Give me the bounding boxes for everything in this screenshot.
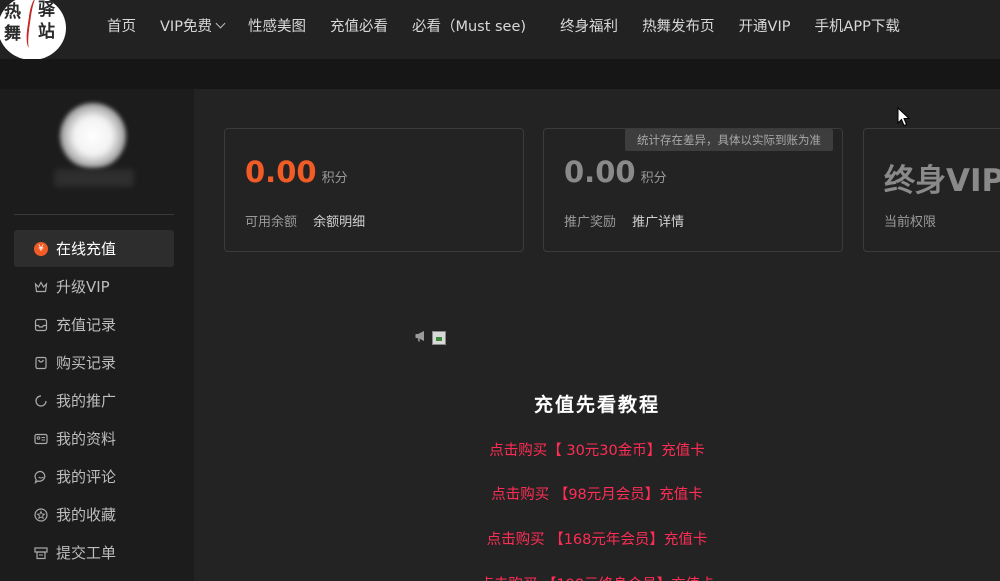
- sidebar-item-submit-ticket[interactable]: 提交工单: [14, 534, 174, 571]
- sidebar-item-label: 我的推广: [56, 392, 117, 410]
- balance-card: 0.00 积分 可用余额 余额明细: [224, 128, 524, 252]
- balance-unit: 积分: [321, 171, 348, 186]
- id-card-icon: [34, 432, 48, 446]
- megaphone-icon: [414, 328, 428, 347]
- promotion-details-link[interactable]: 推广详情: [632, 215, 684, 230]
- yen-circle-icon: ¥: [34, 241, 48, 256]
- stats-tooltip: 统计存在差异，具体以实际到账为准: [625, 129, 833, 151]
- sidebar-item-label: 充值记录: [56, 316, 117, 334]
- guide-title: 充值先看教程: [533, 394, 660, 416]
- nav-label: 充值必看: [329, 18, 388, 35]
- vip-status-value: 终身VIP: [884, 163, 1000, 199]
- nav-label: 热舞发布页: [642, 18, 715, 35]
- nav-label: 手机APP下载: [814, 18, 900, 35]
- sidebar-item-label: 我的收藏: [56, 506, 117, 524]
- vip-status-label: 当前权限: [884, 215, 937, 230]
- site-logo[interactable]: 热 舞 驿 站: [0, 0, 66, 60]
- top-header: 热 舞 驿 站 首页 VIP免费 性感美图 充值必看 必看（Must see) …: [0, 0, 1000, 60]
- logo-char: 驿: [38, 0, 55, 20]
- shopping-bag-icon: [34, 356, 48, 370]
- notice-bar: [414, 328, 446, 347]
- nav-lifetime-benefits[interactable]: 终身福利: [560, 15, 618, 36]
- buy-year-card-link[interactable]: 点击购买 【168元年会员】充值卡: [194, 528, 1000, 549]
- balance-amount: 0.00: [245, 155, 317, 189]
- nav-app-download[interactable]: 手机APP下载: [815, 15, 900, 36]
- buy-30-card-link[interactable]: 点击购买【 30元30金币】充值卡: [194, 439, 1000, 460]
- nav-recharge-guide[interactable]: 充值必看: [330, 15, 388, 36]
- logo-char: 热: [4, 2, 21, 22]
- nav-label: VIP免费: [160, 18, 212, 35]
- divider: [14, 214, 174, 215]
- sidebar-item-label: 提交工单: [56, 544, 117, 562]
- sidebar-item-label: 我的评论: [56, 468, 117, 486]
- printer-icon: [34, 546, 48, 560]
- balance-details-link[interactable]: 余额明细: [313, 215, 365, 230]
- sidebar-menu: ¥ 在线充值 升级VIP 充值记录 购买记录 我的推广 我的资料 我的评论 我的…: [14, 230, 174, 572]
- vip-status-card: 终身VIP 当前权限: [863, 128, 1000, 252]
- sidebar-item-label: 在线充值: [56, 240, 117, 258]
- promotion-unit: 积分: [640, 171, 667, 186]
- buy-lifetime-card-link[interactable]: 点击购买 【198元终身会员】充值卡: [194, 573, 1000, 581]
- header-strip: [0, 59, 1000, 89]
- nav-label: 必看（Must see): [411, 18, 527, 35]
- sidebar-item-label: 我的资料: [56, 430, 117, 448]
- username-blurred: [54, 169, 134, 187]
- buy-month-card-link[interactable]: 点击购买 【98元月会员】充值卡: [194, 483, 1000, 504]
- nav-label: 终身福利: [560, 18, 619, 35]
- logo-char: 舞: [4, 24, 21, 44]
- sidebar-item-my-profile[interactable]: 我的资料: [14, 420, 174, 457]
- main-nav: 首页 VIP免费 性感美图 充值必看 必看（Must see) 终身福利 热舞发…: [95, 0, 912, 50]
- sidebar-item-my-promotion[interactable]: 我的推广: [14, 382, 174, 419]
- user-sidebar: ¥ 在线充值 升级VIP 充值记录 购买记录 我的推广 我的资料 我的评论 我的…: [0, 89, 194, 581]
- sidebar-item-my-favorites[interactable]: 我的收藏: [14, 496, 174, 533]
- balance-label: 可用余额: [245, 215, 298, 230]
- logo-char: 站: [38, 22, 55, 42]
- nav-sexy-photos[interactable]: 性感美图: [248, 15, 306, 36]
- nav-vip-free[interactable]: VIP免费: [160, 15, 226, 36]
- avatar[interactable]: [60, 103, 126, 169]
- nav-home[interactable]: 首页: [107, 15, 136, 36]
- sidebar-item-purchase-records[interactable]: 购买记录: [14, 344, 174, 381]
- nav-release-page[interactable]: 热舞发布页: [642, 15, 715, 36]
- broken-image-icon: [432, 330, 446, 345]
- nav-label: 首页: [107, 18, 136, 35]
- crown-icon: [34, 280, 48, 294]
- nav-label: 开通VIP: [738, 18, 791, 35]
- sidebar-item-my-comments[interactable]: 我的评论: [14, 458, 174, 495]
- inbox-icon: [34, 318, 48, 332]
- nav-open-vip[interactable]: 开通VIP: [739, 15, 791, 36]
- sidebar-item-recharge-records[interactable]: 充值记录: [14, 306, 174, 343]
- star-icon: [34, 507, 48, 522]
- main-content: 0.00 积分 可用余额 余额明细 0.00 积分 推广奖励 推广详情 终身VI…: [194, 89, 1000, 581]
- nav-must-see[interactable]: 必看（Must see): [412, 15, 526, 36]
- nav-label: 性感美图: [247, 18, 306, 35]
- sidebar-item-label: 升级VIP: [56, 278, 110, 296]
- sidebar-item-upgrade-vip[interactable]: 升级VIP: [14, 268, 174, 305]
- promotion-amount: 0.00: [564, 155, 636, 189]
- refresh-icon: [34, 394, 48, 408]
- chevron-down-icon: [215, 18, 226, 28]
- sidebar-item-label: 购买记录: [56, 354, 117, 372]
- comment-icon: [34, 470, 48, 484]
- promotion-label: 推广奖励: [564, 215, 617, 230]
- sidebar-item-recharge[interactable]: ¥ 在线充值: [14, 230, 174, 267]
